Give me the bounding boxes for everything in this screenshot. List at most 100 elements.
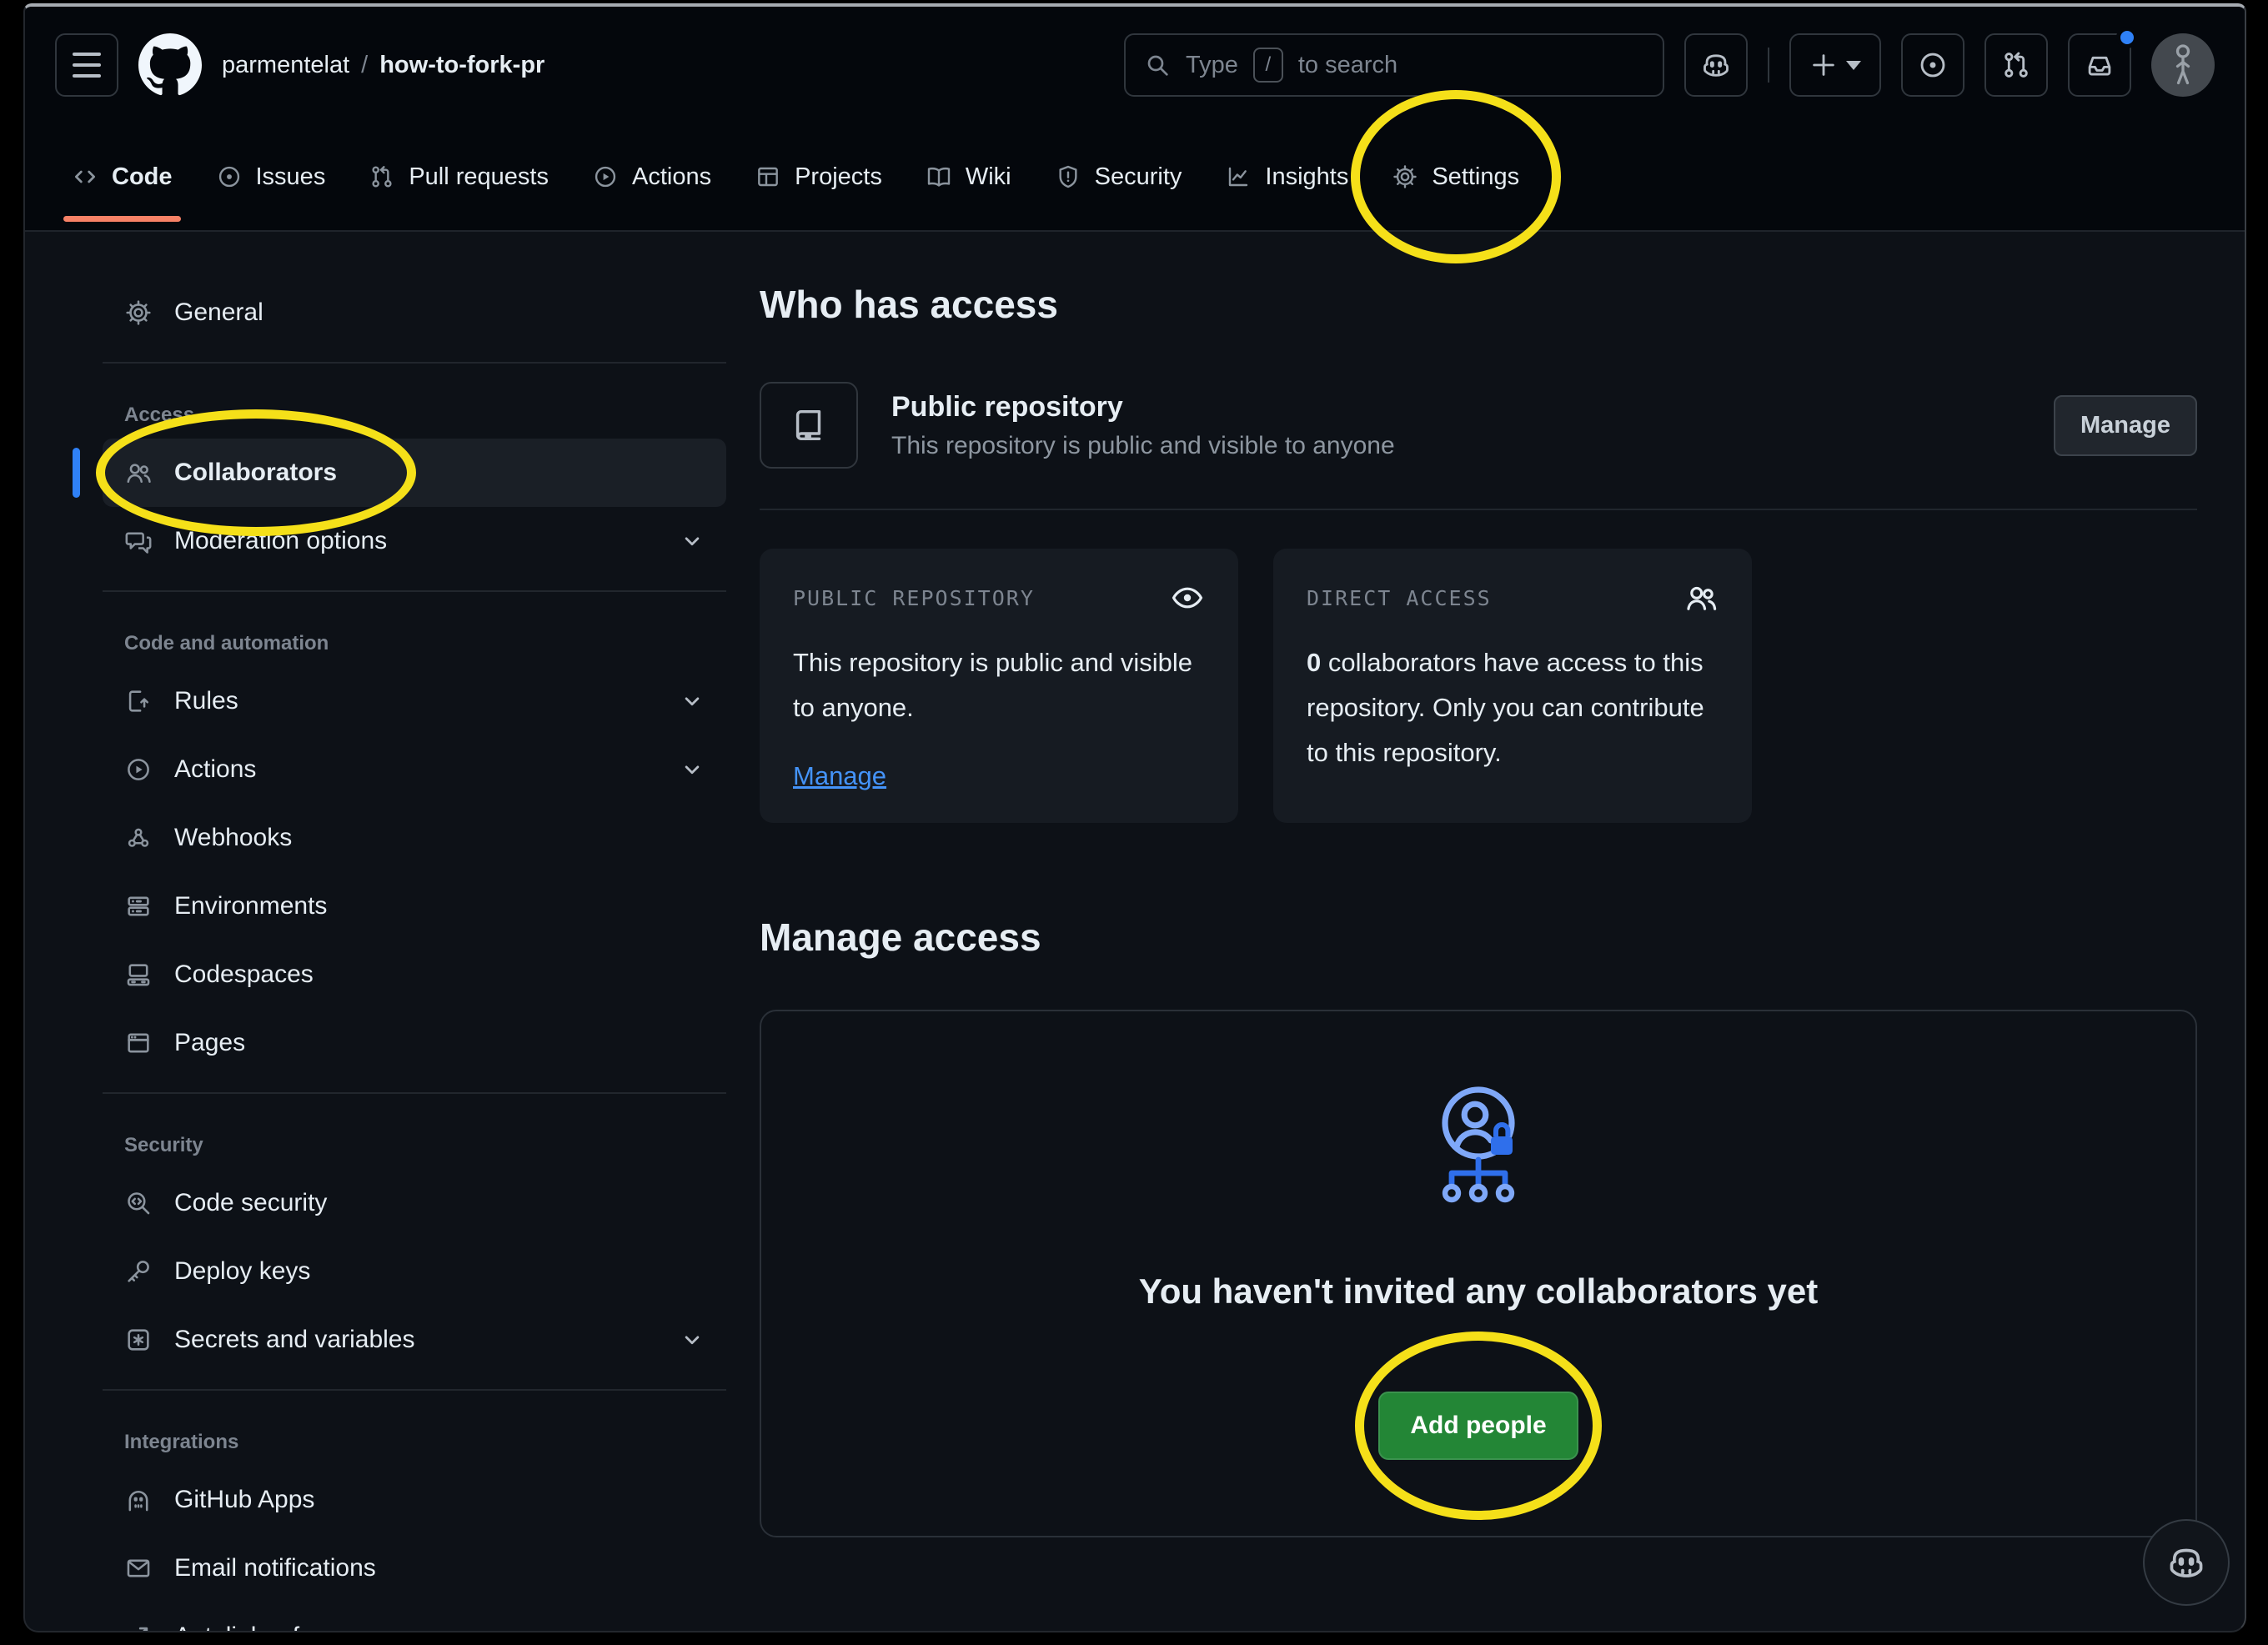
pull-requests-dashboard-button[interactable] (1984, 33, 2048, 97)
git-pull-request-icon (2000, 49, 2032, 81)
issue-opened-icon (1917, 49, 1949, 81)
copilot-floating-button[interactable] (2143, 1519, 2230, 1606)
sidebar-item-label: General (174, 298, 263, 327)
breadcrumb-repo-link[interactable]: how-to-fork-pr (379, 52, 544, 79)
sidebar-item-label: Webhooks (174, 824, 292, 852)
manage-visibility-link[interactable]: Manage (793, 761, 886, 791)
chevron-down-icon (680, 529, 705, 554)
sidebar-item-code-security[interactable]: Code security (103, 1169, 726, 1237)
sidebar-item-label: Actions (174, 755, 256, 784)
sidebar-divider (103, 362, 726, 364)
tab-pull-requests[interactable]: Pull requests (347, 123, 570, 230)
eye-icon (1170, 580, 1205, 615)
tab-label: Issues (256, 163, 326, 191)
card-body: 0 collaborators have access to this repo… (1307, 640, 1719, 775)
tab-insights[interactable]: Insights (1203, 123, 1370, 230)
sidebar-item-deploy-keys[interactable]: Deploy keys (103, 1237, 726, 1306)
search-icon (1144, 52, 1171, 78)
sidebar-item-collaborators[interactable]: Collaborators (103, 439, 726, 507)
codespaces-icon (124, 960, 153, 989)
who-has-access-heading: Who has access (760, 278, 2197, 330)
tab-label: Actions (632, 163, 711, 191)
add-people-button[interactable]: Add people (1378, 1392, 1578, 1460)
sidebar-item-moderation-options[interactable]: Moderation options (103, 507, 726, 575)
avatar[interactable] (2151, 33, 2215, 97)
card-label: DIRECT ACCESS (1307, 586, 1492, 610)
search-input[interactable]: Type / to search (1124, 33, 1664, 97)
sidebar-item-label: Rules (174, 687, 238, 715)
sidebar-item-actions[interactable]: Actions (103, 735, 726, 804)
key-icon (124, 1257, 153, 1286)
hamburger-menu-button[interactable] (55, 33, 118, 97)
global-header: parmentelat / how-to-fork-pr Type / to s… (25, 7, 2245, 123)
tab-label: Projects (795, 163, 882, 191)
issues-dashboard-button[interactable] (1901, 33, 1964, 97)
chevron-down-icon (680, 1327, 705, 1352)
empty-state-title: You haven't invited any collaborators ye… (1139, 1268, 1818, 1315)
chevron-down-icon (1846, 61, 1861, 70)
tab-code[interactable]: Code (50, 123, 194, 230)
sidebar-item-pages[interactable]: Pages (103, 1009, 726, 1077)
tab-actions[interactable]: Actions (570, 123, 733, 230)
gear-icon (1392, 163, 1418, 190)
sidebar-item-rules[interactable]: Rules (103, 667, 726, 735)
git-pull-request-icon (369, 163, 395, 190)
sidebar-item-webhooks[interactable]: Webhooks (103, 804, 726, 872)
breadcrumb-owner-link[interactable]: parmentelat (222, 52, 349, 79)
tab-wiki[interactable]: Wiki (904, 123, 1033, 230)
settings-page: General Access Collaborators Moderation … (25, 232, 2245, 1632)
rules-icon (124, 687, 153, 715)
repo-visibility-title: Public repository (891, 391, 1395, 424)
github-logo[interactable] (138, 33, 202, 97)
tab-issues[interactable]: Issues (194, 123, 348, 230)
hamburger-icon (73, 53, 101, 78)
copilot-button[interactable] (1684, 33, 1748, 97)
sidebar-item-label: Email notifications (174, 1554, 376, 1582)
sidebar-item-github-apps[interactable]: GitHub Apps (103, 1466, 726, 1534)
breadcrumb-separator: / (361, 52, 368, 79)
sidebar-section-integrations: Integrations (103, 1406, 726, 1466)
sidebar-item-environments[interactable]: Environments (103, 872, 726, 940)
sidebar-item-label: Environments (174, 892, 327, 920)
header-divider (1768, 48, 1769, 83)
repo-tab-nav: Code Issues Pull requests Actions Projec… (25, 123, 2245, 232)
chevron-down-icon (680, 757, 705, 782)
sidebar-item-email-notifications[interactable]: Email notifications (103, 1534, 726, 1602)
manage-access-heading: Manage access (760, 911, 2197, 963)
copilot-icon (1699, 48, 1733, 82)
sidebar-item-codespaces[interactable]: Codespaces (103, 940, 726, 1009)
direct-access-card: DIRECT ACCESS 0 collaborators have acces… (1273, 549, 1752, 823)
play-icon (124, 755, 153, 784)
sidebar-divider (103, 1092, 726, 1094)
shield-icon (1055, 163, 1081, 190)
code-icon (72, 163, 98, 190)
sidebar-item-label: GitHub Apps (174, 1486, 314, 1514)
code-scan-icon (124, 1189, 153, 1217)
sidebar-item-secrets-variables[interactable]: Secrets and variables (103, 1306, 726, 1374)
asterisk-box-icon (124, 1326, 153, 1354)
sidebar-item-general[interactable]: General (103, 278, 726, 347)
tab-projects[interactable]: Projects (733, 123, 904, 230)
inbox-button[interactable] (2068, 33, 2131, 97)
tab-label: Wiki (966, 163, 1011, 191)
chevron-down-icon (680, 689, 705, 714)
sidebar-item-label: Collaborators (174, 459, 337, 487)
tab-label: Pull requests (409, 163, 549, 191)
mail-icon (124, 1554, 153, 1582)
sidebar-item-label: Codespaces (174, 960, 314, 989)
repo-visibility-desc: This repository is public and visible to… (891, 432, 1395, 460)
tab-label: Code (112, 163, 173, 191)
tab-settings[interactable]: Settings (1370, 123, 1541, 230)
tab-label: Insights (1265, 163, 1348, 191)
manage-visibility-button[interactable]: Manage (2054, 395, 2197, 456)
book-icon (926, 163, 952, 190)
sidebar-item-autolink-references[interactable]: Autolink references (103, 1602, 726, 1632)
search-placeholder-suffix: to search (1298, 52, 1397, 79)
section-divider (760, 509, 2197, 510)
tab-security[interactable]: Security (1033, 123, 1204, 230)
create-new-button[interactable] (1789, 33, 1881, 97)
sidebar-item-label: Autolink references (174, 1622, 389, 1632)
sidebar-item-label: Deploy keys (174, 1257, 310, 1286)
card-body: This repository is public and visible to… (793, 640, 1205, 730)
tab-label: Security (1095, 163, 1182, 191)
